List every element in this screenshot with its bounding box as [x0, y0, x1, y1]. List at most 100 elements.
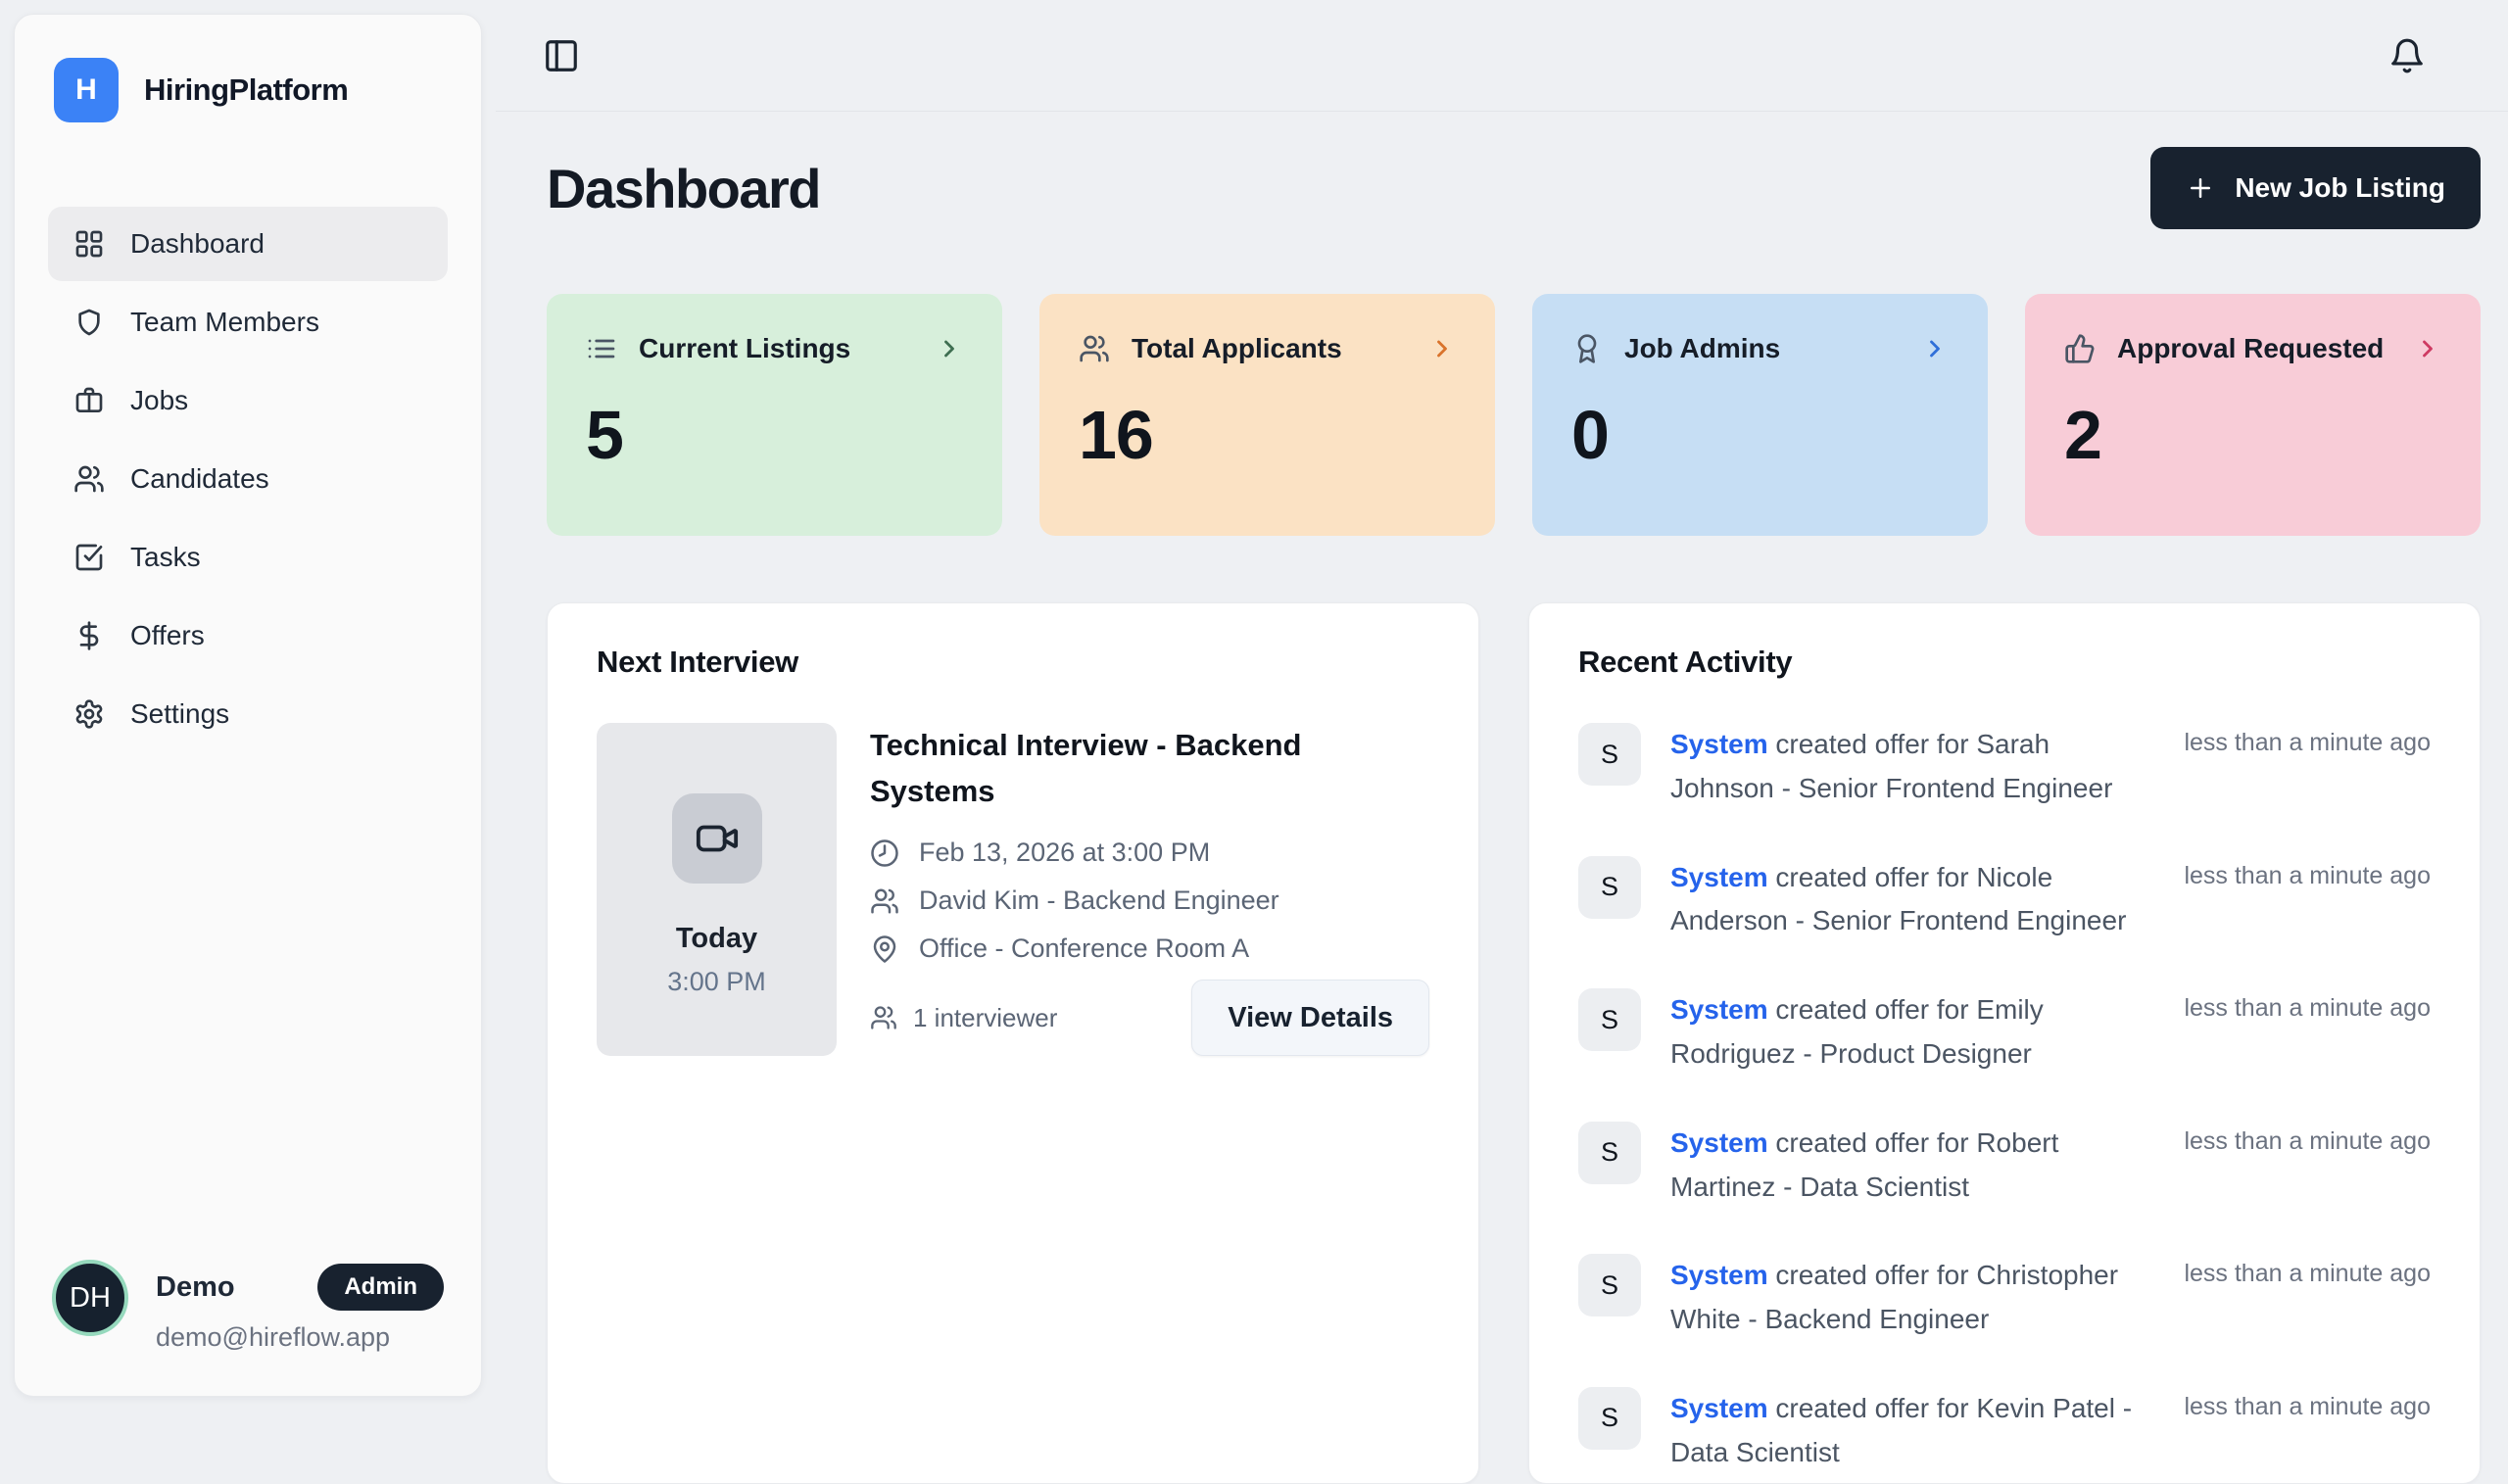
new-job-listing-button[interactable]: New Job Listing	[2150, 147, 2481, 229]
bell-icon	[2388, 37, 2428, 74]
map-pin-icon	[870, 934, 899, 964]
dashboard-grid-icon	[73, 228, 105, 260]
activity-item: S System created offer for Christopher W…	[1578, 1254, 2431, 1342]
user-footer[interactable]: DH Demo Admin demo@hireflow.app	[48, 1260, 448, 1353]
sidebar-item-settings[interactable]: Settings	[48, 677, 448, 751]
sidebar-toggle-button[interactable]	[543, 36, 582, 75]
activity-avatar: S	[1578, 1254, 1641, 1316]
dollar-icon	[73, 620, 105, 651]
role-badge: Admin	[317, 1264, 444, 1311]
activity-timestamp: less than a minute ago	[2184, 988, 2431, 1077]
activity-actor: System	[1670, 1127, 1768, 1158]
brand-name: HiringPlatform	[144, 72, 348, 108]
activity-item: S System created offer for Sarah Johnson…	[1578, 723, 2431, 811]
sidebar-item-candidates[interactable]: Candidates	[48, 442, 448, 516]
stat-card-job-admins[interactable]: Job Admins 0	[1532, 294, 1988, 536]
stat-value: 0	[1571, 396, 1949, 474]
activity-item: S System created offer for Kevin Patel -…	[1578, 1387, 2431, 1475]
activity-avatar: S	[1578, 988, 1641, 1051]
panel-left-icon	[543, 37, 582, 74]
stat-card-current-listings[interactable]: Current Listings 5	[547, 294, 1002, 536]
notifications-button[interactable]	[2388, 36, 2428, 75]
activity-text: System created offer for Robert Martinez…	[1670, 1122, 2160, 1210]
activity-avatar: S	[1578, 1387, 1641, 1450]
activity-avatar: S	[1578, 723, 1641, 786]
brand-logo: H	[54, 58, 119, 122]
activity-item: S System created offer for Robert Martin…	[1578, 1122, 2431, 1210]
sidebar-item-team-members[interactable]: Team Members	[48, 285, 448, 359]
activity-text: System created offer for Sarah Johnson -…	[1670, 723, 2160, 811]
award-icon	[1571, 333, 1603, 364]
activity-actor: System	[1670, 1393, 1768, 1423]
interview-media-box: Today 3:00 PM	[597, 723, 837, 1056]
chevron-right-icon	[2414, 335, 2441, 362]
thumbs-up-icon	[2064, 333, 2096, 364]
users-icon	[870, 1004, 897, 1031]
user-email: demo@hireflow.app	[156, 1322, 444, 1353]
sidebar-item-tasks[interactable]: Tasks	[48, 520, 448, 595]
users-icon	[73, 463, 105, 495]
stat-card-approval-requested[interactable]: Approval Requested 2	[2025, 294, 2481, 536]
sidebar-item-label: Settings	[130, 698, 229, 730]
plus-icon	[2186, 173, 2215, 203]
interview-job-title: Technical Interview - Backend Systems	[870, 723, 1429, 814]
activity-avatar: S	[1578, 856, 1641, 919]
sidebar: H HiringPlatform Dashboard Team Members …	[14, 14, 482, 1397]
activity-text: System created offer for Kevin Patel - D…	[1670, 1387, 2160, 1475]
activity-timestamp: less than a minute ago	[2184, 1387, 2431, 1475]
next-interview-panel: Next Interview Today 3:00 PM Technical I…	[547, 602, 1479, 1484]
stat-cards: Current Listings 5 Total Applicants 16 J…	[547, 294, 2481, 536]
user-info: Demo Admin demo@hireflow.app	[156, 1260, 444, 1353]
chevron-right-icon	[1921, 335, 1949, 362]
activity-text: System created offer for Christopher Whi…	[1670, 1254, 2160, 1342]
check-square-icon	[73, 542, 105, 573]
main-area: Dashboard New Job Listing Current Listin…	[496, 0, 2508, 1411]
clock-icon	[870, 838, 899, 868]
view-details-button[interactable]: View Details	[1191, 980, 1429, 1056]
interview-interviewer: David Kim - Backend Engineer	[919, 886, 1279, 916]
stat-card-total-applicants[interactable]: Total Applicants 16	[1039, 294, 1495, 536]
sidebar-item-label: Team Members	[130, 307, 319, 338]
content: Dashboard New Job Listing Current Listin…	[496, 112, 2508, 1484]
sidebar-item-jobs[interactable]: Jobs	[48, 363, 448, 438]
activity-timestamp: less than a minute ago	[2184, 1122, 2431, 1210]
stat-label: Current Listings	[639, 333, 850, 364]
video-icon	[672, 793, 762, 884]
interviewer-count: 1 interviewer	[913, 1003, 1057, 1033]
sidebar-item-label: Offers	[130, 620, 205, 651]
stat-value: 2	[2064, 396, 2441, 474]
interview-datetime: Feb 13, 2026 at 3:00 PM	[919, 838, 1210, 868]
chevron-right-icon	[936, 335, 963, 362]
activity-item: S System created offer for Emily Rodrigu…	[1578, 988, 2431, 1077]
activity-timestamp: less than a minute ago	[2184, 856, 2431, 944]
list-icon	[586, 333, 617, 364]
activity-timestamp: less than a minute ago	[2184, 1254, 2431, 1342]
interview-time: 3:00 PM	[667, 967, 766, 997]
sidebar-item-label: Tasks	[130, 542, 201, 573]
activity-actor: System	[1670, 862, 1768, 892]
activity-text: System created offer for Nicole Anderson…	[1670, 856, 2160, 944]
avatar: DH	[52, 1260, 128, 1336]
gear-icon	[73, 698, 105, 730]
sidebar-item-offers[interactable]: Offers	[48, 598, 448, 673]
sidebar-nav: Dashboard Team Members Jobs Candidates T…	[48, 207, 448, 751]
activity-avatar: S	[1578, 1122, 1641, 1184]
activity-actor: System	[1670, 729, 1768, 759]
interview-location: Office - Conference Room A	[919, 933, 1249, 964]
chevron-right-icon	[1428, 335, 1456, 362]
recent-activity-title: Recent Activity	[1578, 645, 2431, 680]
activity-actor: System	[1670, 1260, 1768, 1290]
interview-day: Today	[676, 923, 757, 955]
users-icon	[1079, 333, 1110, 364]
activity-list: S System created offer for Sarah Johnson…	[1578, 723, 2431, 1475]
next-interview-title: Next Interview	[597, 645, 1429, 680]
briefcase-icon	[73, 385, 105, 416]
page-title: Dashboard	[547, 157, 820, 220]
stat-label: Approval Requested	[2117, 333, 2384, 364]
sidebar-item-label: Jobs	[130, 385, 188, 416]
stat-label: Job Admins	[1624, 333, 1780, 364]
sidebar-item-dashboard[interactable]: Dashboard	[48, 207, 448, 281]
stat-value: 5	[586, 396, 963, 474]
shield-icon	[73, 307, 105, 338]
activity-item: S System created offer for Nicole Anders…	[1578, 856, 2431, 944]
